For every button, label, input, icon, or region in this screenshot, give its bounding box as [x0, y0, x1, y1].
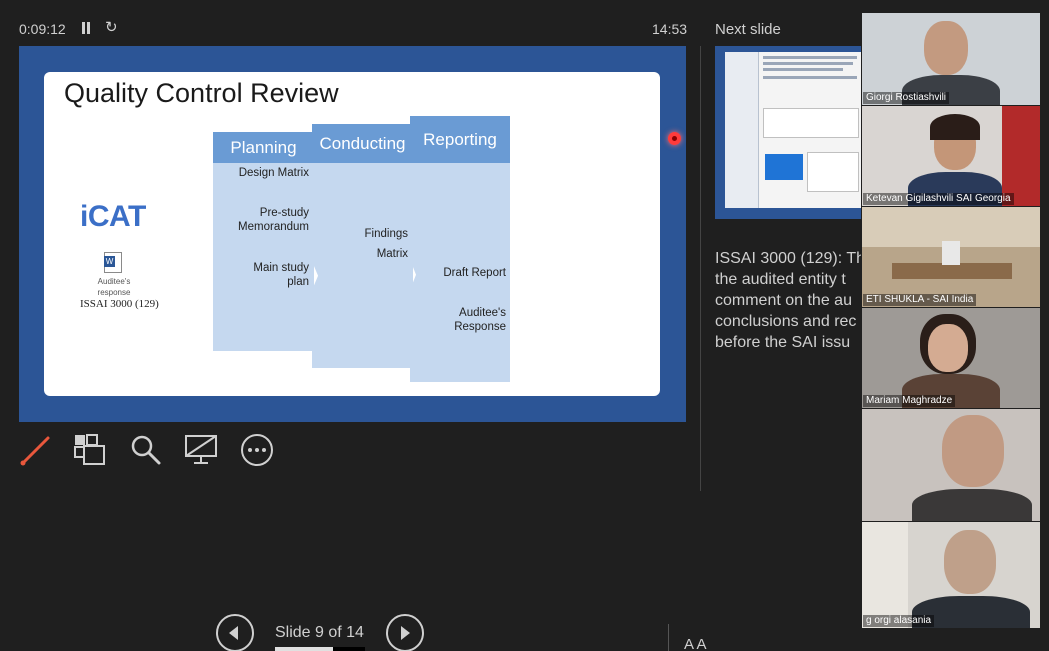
grid-icon[interactable]	[72, 432, 108, 468]
participant-face	[928, 324, 968, 372]
participant-face	[942, 415, 1004, 487]
participant-body	[912, 489, 1032, 521]
participant-tile[interactable]	[862, 409, 1040, 521]
slide-progress-bar	[275, 647, 365, 651]
participant-face	[924, 21, 968, 75]
conducting-header: Conducting	[312, 124, 413, 163]
planning-column: Planning Design Matrix Pre-study Memoran…	[213, 132, 314, 351]
notes-line: the audited entity t	[715, 271, 846, 288]
preview-highlight	[765, 154, 803, 180]
icat-logo: iCAT	[80, 200, 146, 233]
planning-item: Main study plan	[253, 262, 309, 288]
current-slide[interactable]: Quality Control Review iCAT Auditee's re…	[44, 72, 660, 396]
conducting-column: Conducting Findings Matrix	[312, 124, 413, 368]
participant-hair	[930, 114, 980, 140]
document-label: Auditee's response	[97, 277, 131, 297]
more-icon[interactable]	[239, 432, 275, 468]
window-blinds	[862, 522, 908, 628]
elapsed-timer: 0:09:12	[19, 21, 66, 37]
reporting-header: Reporting	[410, 116, 510, 163]
planning-item: Design Matrix	[238, 167, 309, 179]
reporting-item: Draft Report	[443, 267, 506, 279]
prev-icon	[229, 626, 238, 640]
bottom-divider	[668, 624, 669, 651]
participant-tile[interactable]: g orgi alasania	[862, 522, 1040, 628]
conducting-item: Findings	[364, 228, 408, 240]
notes-line: before the SAI issu	[715, 334, 851, 351]
participant-name: Mariam Maghradze	[863, 395, 956, 407]
conference-table	[892, 263, 1012, 279]
reporting-item: Auditee's Response	[454, 307, 506, 333]
flag-background	[1002, 106, 1040, 206]
participant-tile[interactable]: Giorgi Rostiashvili	[862, 13, 1040, 105]
participant-name: Giorgi Rostiashvili	[863, 92, 950, 104]
participant-face	[944, 530, 996, 594]
notes-line: ISSAI 3000 (129): Th	[715, 250, 861, 267]
participant-figure	[942, 241, 960, 265]
panel-divider	[700, 46, 701, 491]
notes-line: conclusions and rec	[715, 313, 857, 330]
next-slide-preview	[725, 52, 861, 208]
font-size-controls[interactable]: A A	[684, 636, 707, 651]
conducting-column-body	[312, 163, 413, 368]
word-document-icon	[104, 252, 122, 273]
preview-sidebar	[725, 52, 759, 208]
participant-name: ETI SHUKLA - SAI India	[863, 294, 977, 306]
conducting-item: Matrix	[376, 248, 408, 260]
screen-icon[interactable]	[183, 432, 219, 468]
preview-line	[763, 68, 843, 71]
laser-pointer-icon	[668, 132, 681, 145]
pen-icon[interactable]	[18, 432, 54, 468]
speaker-notes: ISSAI 3000 (129): Th the audited entity …	[715, 248, 861, 353]
preview-box	[807, 152, 859, 192]
next-slide-label: Next slide	[715, 21, 781, 38]
next-icon	[401, 626, 410, 640]
zoom-icon[interactable]	[128, 432, 164, 468]
reset-icon[interactable]: ↻	[105, 20, 119, 36]
next-slide-button[interactable]	[386, 614, 424, 651]
previous-slide-button[interactable]	[216, 614, 254, 651]
participant-tile[interactable]: ETI SHUKLA - SAI India	[862, 207, 1040, 307]
planning-header: Planning	[213, 132, 314, 163]
pause-icon[interactable]	[81, 22, 91, 34]
preview-box	[763, 108, 859, 138]
participant-tile[interactable]: Ketevan Gigilashvili SAI Georgia	[862, 106, 1040, 206]
participant-name: Ketevan Gigilashvili SAI Georgia	[863, 193, 1014, 205]
slide-title: Quality Control Review	[64, 78, 339, 108]
preview-line	[763, 76, 857, 79]
issai-reference: ISSAI 3000 (129)	[80, 298, 159, 310]
participant-name: g orgi alasania	[863, 615, 935, 627]
slide-counter[interactable]: Slide 9 of 14	[275, 624, 364, 642]
reporting-column: Reporting Draft Report Auditee's Respons…	[410, 116, 510, 382]
planning-column-body	[213, 163, 314, 351]
preview-line	[763, 62, 853, 65]
next-slide-thumbnail[interactable]	[715, 46, 861, 219]
preview-line	[763, 56, 857, 59]
planning-item: Pre-study Memorandum	[238, 207, 309, 233]
current-time: 14:53	[652, 21, 688, 37]
participant-tile[interactable]: Mariam Maghradze	[862, 308, 1040, 408]
slide-progress-fill	[275, 647, 333, 651]
notes-line: comment on the au	[715, 292, 852, 309]
